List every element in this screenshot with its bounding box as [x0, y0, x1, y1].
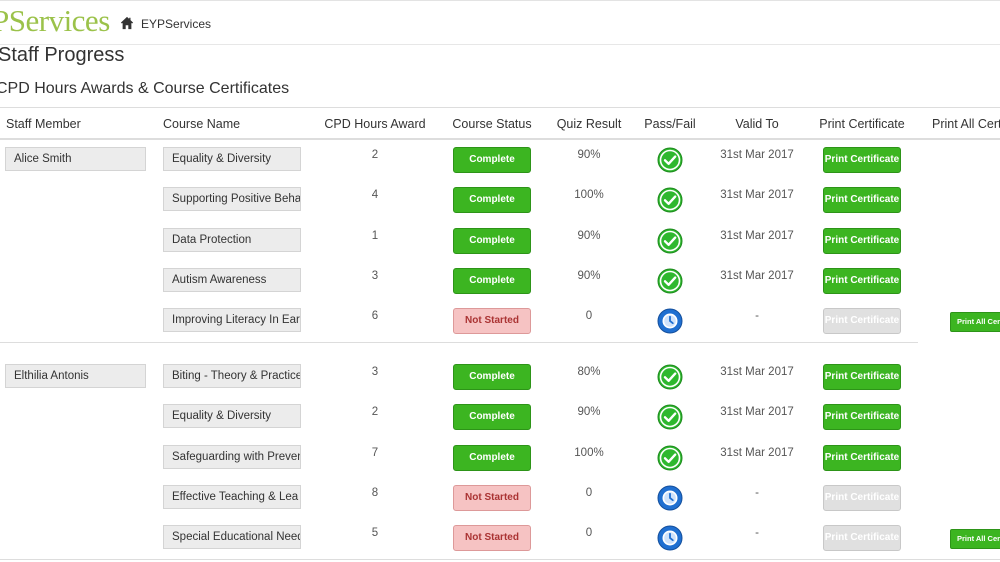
home-icon[interactable]	[120, 16, 134, 30]
cpd-hours-value: 3	[371, 366, 379, 378]
quiz-result-value: 90%	[577, 149, 601, 161]
col-course-name: Course Name	[163, 117, 241, 131]
course-name-field: Biting - Theory & Practice	[163, 364, 301, 388]
valid-to-value: 31st Mar 2017	[720, 269, 794, 282]
brand-logo[interactable]: PServices	[0, 3, 110, 39]
print-certificate-button[interactable]: Print Certificate	[823, 308, 901, 335]
col-valid-to: Valid To	[735, 117, 779, 131]
print-certificate-button[interactable]: Print Certificate	[823, 147, 901, 173]
status-complete-badge[interactable]: Complete	[453, 187, 531, 214]
cpd-hours-value: 4	[371, 189, 379, 202]
cpd-hours-value: 5	[371, 527, 379, 540]
pass-check-icon	[657, 187, 683, 218]
cpd-hours-value: 2	[371, 149, 379, 161]
status-complete-badge[interactable]: Complete	[453, 404, 531, 431]
cpd-hours-value: 1	[371, 229, 379, 242]
col-pass-fail: Pass/Fail	[644, 117, 696, 131]
print-certificate-button[interactable]: Print Certificate	[823, 267, 901, 294]
quiz-result-value: 0	[585, 527, 593, 540]
cpd-hours-value: 6	[371, 310, 379, 323]
col-course-status: Course Status	[452, 117, 532, 131]
course-name-field: Effective Teaching & Lea	[163, 484, 301, 509]
valid-to-value: -	[755, 527, 759, 540]
print-certificate-button[interactable]: Print Certificate	[823, 525, 901, 552]
valid-to-value: 31st Mar 2017	[720, 406, 794, 419]
pending-clock-icon	[657, 485, 683, 516]
home-link[interactable]: EYPServices	[141, 17, 211, 31]
col-staff-member: Staff Member	[6, 117, 81, 131]
print-certificate-button[interactable]: Print Certificate	[823, 364, 901, 390]
status-complete-badge[interactable]: Complete	[453, 147, 531, 173]
quiz-result-value: 90%	[577, 406, 601, 419]
course-name-field: Safeguarding with Preven	[163, 444, 301, 469]
valid-to-value: -	[755, 486, 759, 499]
cpd-hours-value: 2	[371, 406, 379, 419]
valid-to-value: 31st Mar 2017	[720, 446, 794, 459]
pass-check-icon	[657, 445, 683, 476]
valid-to-value: -	[755, 310, 759, 323]
group-divider	[0, 559, 1000, 560]
course-name-field: Special Educational Need	[163, 525, 301, 550]
status-not-started-badge[interactable]: Not Started	[453, 308, 531, 335]
print-all-certificates-button[interactable]: Print All Certificates	[950, 529, 1000, 550]
col-print-certificate: Print Certificate	[819, 117, 905, 131]
staff-name: Alice Smith	[5, 147, 146, 171]
pass-check-icon	[657, 228, 683, 259]
col-print-all: Print All Cert	[932, 117, 1000, 131]
valid-to-value: 31st Mar 2017	[720, 229, 794, 242]
group-divider	[0, 342, 918, 343]
staff-name: Elthilia Antonis	[5, 364, 146, 388]
pending-clock-icon	[657, 525, 683, 556]
section-title: CPD Hours Awards & Course Certificates	[0, 80, 290, 97]
print-certificate-button[interactable]: Print Certificate	[823, 404, 901, 431]
course-name-field: Autism Awareness	[163, 267, 301, 292]
print-certificate-button[interactable]: Print Certificate	[823, 227, 901, 254]
valid-to-value: 31st Mar 2017	[720, 189, 794, 202]
print-all-certificates-button[interactable]: Print All Certificates	[950, 312, 1000, 333]
status-complete-badge[interactable]: Complete	[453, 364, 531, 390]
pass-check-icon	[657, 268, 683, 299]
quiz-result-value: 90%	[577, 229, 601, 242]
quiz-result-value: 90%	[577, 269, 601, 282]
cpd-hours-value: 8	[371, 486, 379, 499]
quiz-result-value: 100%	[574, 446, 604, 459]
course-name-field: Supporting Positive Beha	[163, 187, 301, 212]
pending-clock-icon	[657, 308, 683, 339]
table-header: Staff Member Course Name CPD Hours Award…	[0, 107, 1000, 140]
valid-to-value: 31st Mar 2017	[720, 149, 794, 161]
quiz-result-value: 100%	[574, 189, 604, 202]
print-certificate-button[interactable]: Print Certificate	[823, 187, 901, 214]
pass-check-icon	[657, 404, 683, 435]
print-certificate-button[interactable]: Print Certificate	[823, 484, 901, 511]
course-name-field: Equality & Diversity	[163, 147, 301, 171]
status-complete-badge[interactable]: Complete	[453, 227, 531, 254]
status-not-started-badge[interactable]: Not Started	[453, 484, 531, 511]
course-name-field: Equality & Diversity	[163, 404, 301, 429]
col-cpd-hours: CPD Hours Award	[324, 117, 426, 131]
top-navbar: PServices EYPServices	[0, 0, 1000, 45]
status-not-started-badge[interactable]: Not Started	[453, 525, 531, 552]
quiz-result-value: 80%	[577, 366, 601, 378]
quiz-result-value: 0	[585, 486, 593, 499]
course-name-field: Improving Literacy In Ear	[163, 308, 301, 333]
pass-check-icon	[657, 364, 683, 395]
valid-to-value: 31st Mar 2017	[720, 366, 794, 378]
status-complete-badge[interactable]: Complete	[453, 444, 531, 471]
quiz-result-value: 0	[585, 310, 593, 323]
print-certificate-button[interactable]: Print Certificate	[823, 444, 901, 471]
status-complete-badge[interactable]: Complete	[453, 267, 531, 294]
course-name-field: Data Protection	[163, 227, 301, 252]
cpd-hours-value: 3	[371, 269, 379, 282]
col-quiz-result: Quiz Result	[556, 117, 622, 131]
pass-check-icon	[657, 147, 683, 178]
cpd-hours-value: 7	[371, 446, 379, 459]
page-title: Staff Progress	[0, 44, 125, 66]
